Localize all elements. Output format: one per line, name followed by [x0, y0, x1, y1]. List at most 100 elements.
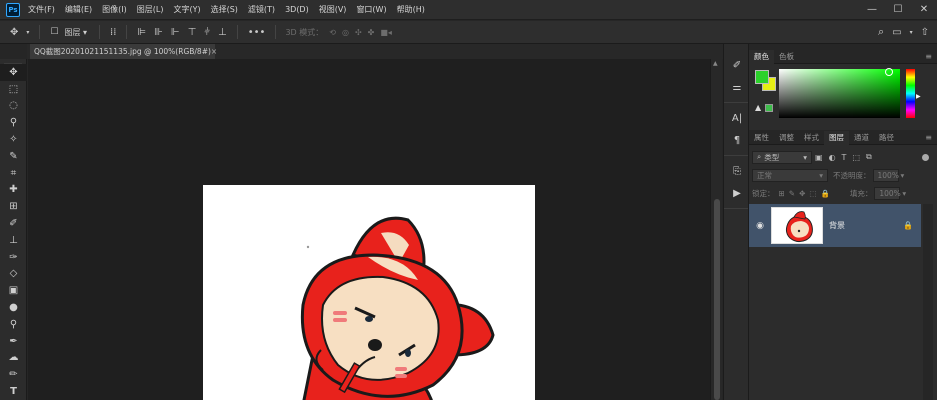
layers-scrollbar[interactable] — [923, 204, 933, 400]
tab-styles[interactable]: 样式 — [799, 131, 824, 145]
tab-properties[interactable]: 属性 — [749, 131, 774, 145]
eyedropper-icon[interactable]: ✎ — [0, 148, 27, 165]
healing-brush-icon[interactable]: ✚ — [0, 182, 27, 199]
menu-view[interactable]: 视图(V) — [319, 4, 347, 15]
patch-tool-icon[interactable]: ⊞ — [0, 198, 27, 215]
tab-swatches[interactable]: 色板 — [774, 50, 799, 64]
lock-artboard-icon[interactable]: ⬚ — [809, 189, 816, 198]
history-brush-icon[interactable]: ✑ — [0, 249, 27, 266]
canvas-vertical-scrollbar[interactable]: ▲ — [710, 59, 722, 400]
menu-layer[interactable]: 图层(L) — [137, 4, 164, 15]
hue-slider-handle[interactable]: ▶ — [916, 93, 921, 100]
align-left-icon[interactable]: ⊫ — [137, 27, 146, 38]
marquee-tool-icon[interactable]: ⬚ — [0, 81, 27, 98]
menu-3d[interactable]: 3D(D) — [285, 5, 309, 14]
menu-image[interactable]: 图像(I) — [102, 4, 127, 15]
move-tool-icon[interactable]: ✥ — [0, 64, 27, 81]
brush-settings-icon[interactable]: ✐ — [724, 54, 750, 76]
tab-color[interactable]: 颜色 — [749, 49, 774, 64]
crop-tool-icon[interactable]: ⌗ — [0, 165, 27, 182]
menu-window[interactable]: 窗口(W) — [356, 4, 386, 15]
menu-filter[interactable]: 滤镜(T) — [248, 4, 275, 15]
magic-wand-icon[interactable]: ✧ — [0, 131, 27, 148]
close-window-button[interactable]: ✕ — [911, 4, 937, 15]
menu-help[interactable]: 帮助(H) — [397, 4, 425, 15]
hue-slider[interactable] — [906, 69, 915, 118]
lock-position-icon[interactable]: ✥ — [799, 189, 805, 198]
filter-toggle[interactable] — [922, 153, 929, 161]
lock-paint-icon[interactable]: ✎ — [789, 189, 795, 198]
dodge-tool-icon[interactable]: ⚲ — [0, 316, 27, 333]
align-top-icon[interactable]: ⊤ — [188, 27, 197, 38]
chevron-down-icon[interactable]: ▾ — [26, 29, 29, 36]
actions-play-icon[interactable]: ▶ — [724, 182, 750, 204]
eye-icon[interactable]: ◉ — [749, 221, 771, 231]
more-options-icon[interactable]: ••• — [248, 27, 266, 38]
filter-pixel-icon[interactable]: ▣ — [815, 153, 823, 162]
scroll-up-icon[interactable]: ▲ — [713, 60, 718, 67]
canvas-area[interactable] — [28, 59, 710, 400]
blend-mode-dropdown[interactable]: 正常 ▾ — [752, 168, 828, 182]
document-tab[interactable]: QQ截图20201021151135.jpg @ 100%(RGB/8#) × — [30, 44, 217, 59]
fill-input[interactable]: 100% — [874, 186, 901, 200]
lock-pixels-icon[interactable]: ⊞ — [779, 189, 785, 198]
scroll-thumb[interactable] — [714, 199, 720, 400]
transform-controls-icon[interactable]: ⁞⁞ — [110, 27, 116, 38]
quick-select-tool-icon[interactable]: ⚲ — [0, 114, 27, 131]
freeform-pen-icon[interactable]: ✏ — [0, 366, 27, 383]
paragraph-panel-icon[interactable]: ¶ — [724, 129, 750, 151]
chevron-down-icon[interactable]: ▾ — [910, 29, 913, 36]
move-tool-icon[interactable]: ✥ — [10, 27, 18, 38]
pen-tool-icon[interactable]: ✒ — [0, 333, 27, 350]
layer-row-background[interactable]: ◉ 背景 🔒 — [749, 204, 921, 247]
menu-type[interactable]: 文字(Y) — [173, 4, 200, 15]
tab-paths[interactable]: 路径 — [874, 131, 899, 145]
blur-tool-icon[interactable]: ● — [0, 299, 27, 316]
color-field[interactable] — [779, 69, 900, 118]
opacity-input[interactable]: 100% — [872, 168, 899, 182]
type-tool-icon[interactable]: T — [0, 383, 27, 400]
sponge-tool-icon[interactable]: ☁ — [0, 350, 27, 367]
filter-kind-dropdown[interactable]: ⌕ 类型 ▾ — [752, 150, 812, 164]
panel-menu-icon[interactable]: ≡ — [925, 133, 932, 142]
adjust-icon[interactable]: ⚌ — [724, 76, 750, 98]
filter-shape-icon[interactable]: ⬚ — [852, 153, 860, 162]
document-canvas[interactable] — [203, 185, 535, 400]
clone-stamp-icon[interactable]: ⊥ — [0, 232, 27, 249]
tab-channels[interactable]: 通道 — [849, 131, 874, 145]
menu-edit[interactable]: 编辑(E) — [65, 4, 92, 15]
gradient-tool-icon[interactable]: ▣ — [0, 282, 27, 299]
filter-smart-object-icon[interactable]: ⧉ — [866, 152, 872, 162]
color-picker-handle[interactable] — [885, 68, 893, 76]
eraser-tool-icon[interactable]: ◇ — [0, 266, 27, 283]
close-document-icon[interactable]: × — [211, 47, 217, 56]
brush-tool-icon[interactable]: ✐ — [0, 215, 27, 232]
panel-menu-icon[interactable]: ≡ — [925, 52, 932, 61]
minimize-button[interactable]: — — [859, 4, 885, 15]
lock-all-icon[interactable]: 🔒 — [820, 189, 829, 198]
tab-adjustments[interactable]: 调整 — [774, 131, 799, 145]
align-bottom-icon[interactable]: ⊥ — [218, 27, 227, 38]
auto-select-target-dropdown[interactable]: 图层 ▾ — [64, 27, 87, 38]
opacity-dropdown-icon[interactable]: ▾ — [901, 171, 905, 180]
workspace-icon[interactable]: ▭ — [892, 27, 901, 38]
lasso-tool-icon[interactable]: ◌ — [0, 98, 27, 115]
fill-dropdown-icon[interactable]: ▾ — [902, 189, 906, 198]
foreground-color-swatch[interactable] — [755, 70, 769, 84]
auto-select-checkbox[interactable]: ☐ — [50, 27, 58, 37]
tab-layers[interactable]: 图层 — [824, 130, 849, 145]
gamut-color-swatch[interactable] — [765, 104, 773, 112]
share-icon[interactable]: ⇧ — [921, 27, 929, 38]
menu-file[interactable]: 文件(F) — [28, 4, 55, 15]
character-panel-icon[interactable]: A| — [724, 107, 750, 129]
align-hcenter-icon[interactable]: ⊪ — [154, 27, 163, 38]
search-icon[interactable]: ⌕ — [878, 25, 884, 39]
align-vcenter-icon[interactable]: ⫩ — [204, 27, 210, 38]
maximize-button[interactable]: ☐ — [885, 4, 911, 15]
filter-type-icon[interactable]: T — [842, 153, 847, 162]
blend-opacity-row: 正常 ▾ 不透明度： 100% ▾ — [749, 166, 937, 184]
align-right-icon[interactable]: ⊩ — [171, 27, 180, 38]
menu-select[interactable]: 选择(S) — [211, 4, 238, 15]
history-panel-icon[interactable]: ⎘ — [724, 160, 750, 182]
filter-adjustment-icon[interactable]: ◐ — [829, 153, 836, 162]
